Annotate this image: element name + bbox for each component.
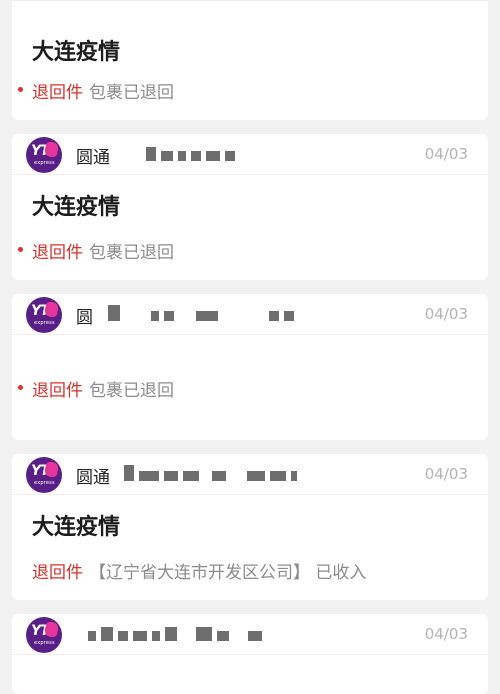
message-date: 04/03: [424, 145, 468, 163]
card-title: 大连疫情: [32, 515, 121, 540]
message-date: 04/03: [424, 305, 468, 323]
yto-logo-icon: YT express: [26, 617, 62, 653]
status-text: 包裹已退回: [89, 83, 174, 103]
status-tag: 退回件: [32, 563, 83, 583]
message-date: 04/03: [424, 625, 468, 643]
status-row: 退回件 包裹已退回: [18, 238, 174, 263]
message-card[interactable]: YT express 04/03: [12, 614, 488, 694]
sender-name: 圆: [76, 308, 93, 328]
message-date: 04/03: [424, 465, 468, 483]
card-title: 大连疫情: [32, 40, 121, 65]
sender-name: 圆通: [76, 148, 110, 168]
yto-logo-icon: YT express: [26, 297, 62, 333]
card-header: YT express 圆 04/03: [12, 294, 488, 335]
redacted-text: [108, 305, 299, 322]
unread-dot: [18, 87, 23, 92]
status-tag: 退回件: [32, 381, 83, 401]
status-row: 退回件 包裹已退回: [18, 78, 174, 103]
status-row: 退回件 【辽宁省大连市开发区公司】 已收入: [32, 558, 366, 583]
card-header: YTexpress 圆通: [12, 0, 488, 1]
redacted-text: [88, 626, 267, 642]
status-text: 【辽宁省大连市开发区公司】 已收入: [89, 563, 367, 583]
status-tag: 退回件: [32, 83, 83, 103]
yto-logo-icon: YT express: [26, 457, 62, 493]
unread-dot: [18, 385, 23, 390]
status-text: 包裹已退回: [89, 381, 174, 401]
sender-name: 圆通: [76, 468, 110, 488]
message-card[interactable]: YT express 圆通 04/03 大连疫情 退回件 【辽宁省大连市开发区公司】…: [12, 454, 488, 600]
status-tag: 退回件: [32, 243, 83, 263]
message-card[interactable]: YTexpress 圆通 大连疫情 退回件包裹已退回: [12, 0, 488, 120]
card-title: 大连疫情: [32, 195, 121, 220]
message-card[interactable]: YT express 圆通 04/03 大连疫情 退回件 包裹已退回: [12, 134, 488, 280]
card-header: YT express 圆通 04/03: [12, 134, 488, 175]
status-text: 包裹已退回: [89, 243, 174, 263]
card-header: YT express 04/03: [12, 614, 488, 655]
yto-logo-icon: YT express: [26, 137, 62, 173]
status-row: 退回件 包裹已退回: [18, 376, 174, 401]
unread-dot: [18, 247, 23, 252]
redacted-text: [124, 465, 302, 482]
card-header: YT express 圆通 04/03: [12, 454, 488, 495]
message-card[interactable]: YT express 圆 04/03 退回件 包裹已退回: [12, 294, 488, 440]
redacted-text: [146, 146, 240, 162]
